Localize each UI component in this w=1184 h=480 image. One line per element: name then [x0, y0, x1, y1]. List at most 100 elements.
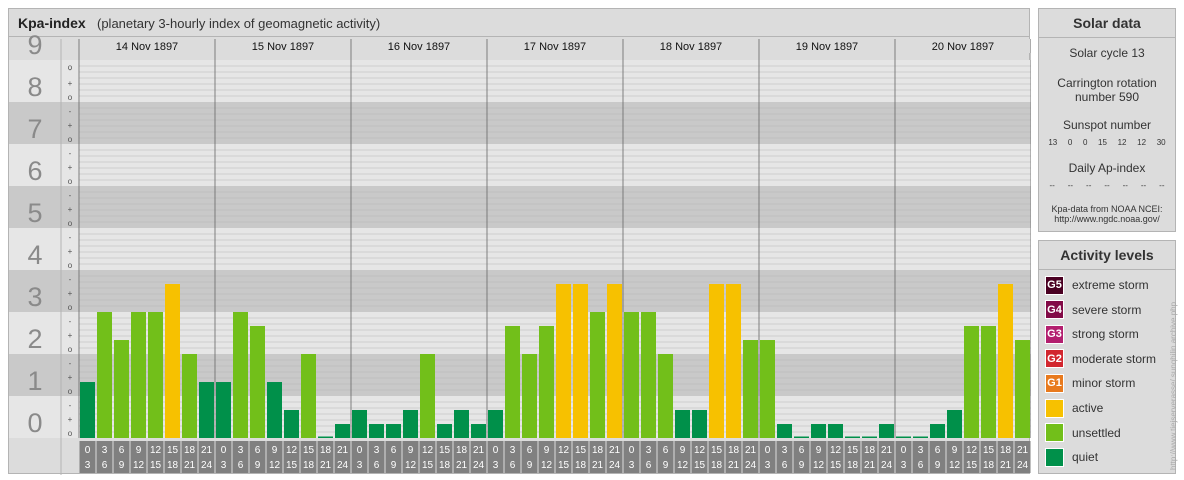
kp-bar: [301, 354, 316, 438]
ap-value: --: [1104, 181, 1110, 190]
kp-bar: [896, 436, 911, 438]
third-marker: +: [68, 373, 73, 382]
interval-start-label: 15: [303, 445, 315, 456]
kp-bar: [624, 312, 639, 438]
third-marker: -: [69, 149, 72, 158]
y-tick-label: 5: [27, 198, 42, 228]
legend-label: active: [1072, 401, 1104, 415]
interval-start-label: 15: [711, 445, 723, 456]
kp-bar: [420, 354, 435, 438]
interval-end-label: 9: [119, 460, 125, 471]
third-marker: o: [68, 387, 73, 396]
solar-data-title: Solar data: [1039, 9, 1175, 38]
sunspot-value: 12: [1117, 138, 1127, 147]
third-marker: +: [68, 163, 73, 172]
interval-start-label: 12: [422, 445, 434, 456]
interval-end-label: 12: [677, 460, 689, 471]
kp-bar: [233, 312, 248, 438]
kp-bar: [505, 325, 520, 438]
kp-bar: [454, 409, 469, 438]
third-marker: o: [68, 93, 73, 102]
y-tick-label: 3: [27, 282, 42, 312]
y-tick-label: 0: [27, 408, 42, 438]
kp-bar: [335, 424, 350, 438]
interval-end-label: 9: [255, 460, 261, 471]
interval-end-label: 24: [745, 460, 757, 471]
interval-start-label: 18: [592, 445, 604, 456]
third-marker: +: [68, 289, 73, 298]
interval-end-label: 24: [881, 460, 893, 471]
kp-bar: [250, 325, 265, 438]
interval-start-label: 0: [221, 445, 227, 456]
activity-levels-title: Activity levels: [1039, 241, 1175, 270]
third-marker: +: [68, 247, 73, 256]
interval-start-label: 12: [558, 445, 570, 456]
legend-swatch: G3: [1045, 324, 1064, 344]
third-marker: o: [68, 261, 73, 270]
third-marker: o: [68, 177, 73, 186]
kp-bar: [879, 424, 894, 438]
interval-start-label: 12: [286, 445, 298, 456]
interval-end-label: 18: [167, 460, 179, 471]
kp-bar: [930, 424, 945, 438]
interval-end-label: 15: [966, 460, 978, 471]
interval-start-label: 21: [881, 445, 893, 456]
interval-start-label: 6: [935, 445, 941, 456]
kp-bar: [148, 312, 163, 438]
interval-start-label: 0: [765, 445, 771, 456]
interval-start-label: 6: [799, 445, 805, 456]
interval-end-label: 15: [694, 460, 706, 471]
kp-bar: [318, 436, 333, 438]
kp-bar: [947, 409, 962, 438]
ap-value: --: [1086, 181, 1092, 190]
kp-bar: [437, 424, 452, 438]
y-tick-label: 8: [27, 72, 42, 102]
daily-ap-label: Daily Ap-index: [1068, 161, 1146, 175]
interval-start-label: 21: [745, 445, 757, 456]
kp-bar: [97, 312, 112, 438]
interval-start-label: 0: [629, 445, 635, 456]
interval-end-label: 9: [935, 460, 941, 471]
third-marker: -: [69, 317, 72, 326]
ap-value: --: [1140, 181, 1147, 190]
kp-bar: [760, 340, 775, 438]
kp-bar: [607, 283, 622, 438]
y-tick-label: 1: [27, 366, 42, 396]
interval-end-label: 18: [439, 460, 451, 471]
y-tick-label: 2: [27, 324, 42, 354]
interval-end-label: 12: [405, 460, 417, 471]
interval-end-label: 3: [765, 460, 771, 471]
interval-start-label: 9: [952, 445, 958, 456]
kp-bar: [828, 424, 843, 438]
interval-start-label: 3: [510, 445, 516, 456]
ap-value: --: [1122, 181, 1128, 190]
kp-bar: [386, 424, 401, 438]
kp-bar: [488, 409, 503, 438]
interval-end-label: 9: [391, 460, 397, 471]
day-label: 16 Nov 1897: [388, 41, 450, 53]
legend-item: quiet: [1045, 447, 1098, 467]
legend-label: quiet: [1072, 450, 1099, 465]
interval-end-label: 9: [527, 460, 533, 471]
data-source-link[interactable]: http://www.ngdc.noaa.gov/: [1039, 214, 1175, 224]
kp-bar: [590, 312, 605, 438]
interval-end-label: 21: [1000, 460, 1012, 471]
legend-label: minor storm: [1072, 376, 1136, 391]
interval-end-label: 15: [286, 460, 298, 471]
interval-end-label: 15: [150, 460, 162, 471]
kp-bar: [675, 409, 690, 438]
interval-start-label: 21: [1017, 445, 1029, 456]
interval-start-label: 6: [119, 445, 125, 456]
interval-end-label: 15: [558, 460, 570, 471]
interval-start-label: 9: [136, 445, 142, 456]
interval-end-label: 18: [711, 460, 723, 471]
legend-swatch: G2: [1045, 349, 1064, 369]
interval-end-label: 3: [221, 460, 227, 471]
kpa-chart-panel: Kpa-index (planetary 3-hourly index of g…: [8, 8, 1031, 475]
kp-bar: [777, 424, 792, 438]
interval-start-label: 9: [816, 445, 822, 456]
sunspot-value: 12: [1137, 138, 1147, 147]
kp-bar: [1015, 340, 1030, 438]
third-marker: -: [69, 191, 72, 200]
legend-item: G5 extreme storm: [1045, 275, 1149, 295]
